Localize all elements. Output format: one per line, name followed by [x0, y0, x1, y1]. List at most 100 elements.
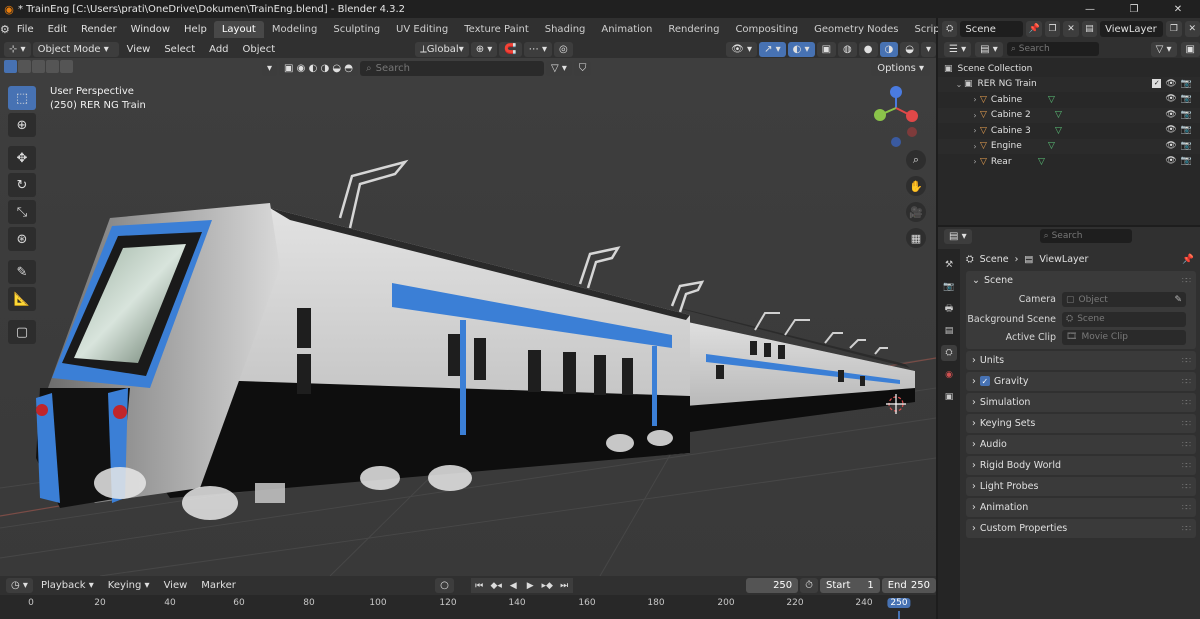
select-extend-icon[interactable]: [18, 60, 31, 73]
display-mode-dropdown[interactable]: ▤ ▾: [975, 41, 1003, 57]
drag-grip-icon[interactable]: ∷∷: [1182, 440, 1191, 449]
outliner-editor-type[interactable]: ☰ ▾: [944, 41, 972, 57]
perspective-grid-icon[interactable]: ▦: [906, 228, 926, 248]
viewlayer-field[interactable]: ViewLayer: [1100, 21, 1164, 37]
measure-tool-icon[interactable]: 📐: [8, 287, 36, 311]
timeline-menu-keying[interactable]: Keying ▾: [102, 580, 156, 591]
drag-grip-icon[interactable]: ∷∷: [1182, 356, 1191, 365]
filter-icon[interactable]: ▽ ▾: [546, 60, 572, 76]
view-layer-tab-icon[interactable]: ▤: [941, 323, 957, 339]
maximize-button[interactable]: ❐: [1112, 0, 1156, 18]
jump-end-icon[interactable]: ⏭: [555, 578, 573, 593]
tab-compositing[interactable]: Compositing: [727, 21, 806, 38]
preview-range-icon[interactable]: ⏱: [800, 578, 818, 593]
outliner-object-row[interactable]: › ▽ Cabine 3 ▽ 👁 📷: [938, 123, 1200, 139]
play-reverse-icon[interactable]: ◀: [504, 578, 522, 593]
outliner-search-input[interactable]: ⌕ Search: [1006, 42, 1099, 56]
pan-hand-icon[interactable]: ✋: [906, 176, 926, 196]
eye-icon[interactable]: 👁: [1165, 141, 1176, 151]
timeline-menu-marker[interactable]: Marker: [195, 580, 242, 591]
wireframe-shading[interactable]: ◍: [838, 41, 857, 57]
camera-icon[interactable]: 📷: [1181, 79, 1192, 89]
rendered-shading[interactable]: ◒: [900, 41, 919, 57]
outliner-object-row[interactable]: › ▽ Rear ▽ 👁 📷: [938, 154, 1200, 170]
current-frame-field[interactable]: 250: [745, 578, 799, 593]
pin-icon[interactable]: 📌: [1182, 254, 1200, 265]
eye-icon[interactable]: 👁: [1165, 79, 1176, 89]
outliner-object-row[interactable]: › ▽ Cabine ▽ 👁 📷: [938, 92, 1200, 108]
filter-dropdown[interactable]: ▾: [262, 60, 278, 76]
mesh-data-icon[interactable]: ▽: [1038, 157, 1045, 167]
move-tool-icon[interactable]: ✥: [8, 146, 36, 170]
camera-icon[interactable]: 📷: [1181, 125, 1192, 135]
auto-keying-icon[interactable]: ○: [435, 578, 454, 593]
editor-type-dropdown[interactable]: ⊹ ▾: [4, 41, 31, 57]
outliner-filter-icon[interactable]: ▽ ▾: [1150, 41, 1177, 57]
timeline-menu-playback[interactable]: Playback ▾: [35, 580, 100, 591]
scene-panel-header[interactable]: ⌄ Scene ∷∷: [966, 271, 1196, 290]
end-frame-field[interactable]: End 250: [881, 578, 936, 593]
tab-rendering[interactable]: Rendering: [660, 21, 727, 38]
drag-grip-icon[interactable]: ∷∷: [1182, 503, 1191, 512]
drag-grip-icon[interactable]: ∷∷: [1182, 276, 1191, 285]
cursor-tool-icon[interactable]: ⊕: [8, 113, 36, 137]
properties-editor-type[interactable]: ▤ ▾: [944, 228, 972, 244]
camera-icon[interactable]: 📷: [1181, 156, 1192, 166]
xray-toggle[interactable]: ▣: [816, 41, 837, 57]
drag-grip-icon[interactable]: ∷∷: [1182, 524, 1191, 533]
mesh-data-icon[interactable]: ▽: [1048, 95, 1055, 105]
gizmo-toggle[interactable]: ↗ ▾: [759, 41, 786, 57]
gravity-checkbox[interactable]: ✓: [979, 376, 990, 386]
menu-object[interactable]: Object: [237, 44, 282, 55]
pin-icon[interactable]: 📌: [1026, 21, 1042, 37]
material-shading[interactable]: ◑: [879, 41, 899, 57]
tab-animation[interactable]: Animation: [593, 21, 660, 38]
custom-properties-panel[interactable]: › Custom Properties ∷∷: [966, 518, 1196, 538]
annotate-tool-icon[interactable]: ✎: [8, 260, 36, 284]
playhead-frame-label[interactable]: 250: [887, 598, 911, 608]
units-panel[interactable]: › Units ∷∷: [966, 350, 1196, 370]
filter-toggles[interactable]: ▣ ◉ ◐ ◑ ◒ ◓: [279, 60, 359, 76]
tab-texture-paint[interactable]: Texture Paint: [456, 21, 537, 38]
tab-uv-editing[interactable]: UV Editing: [388, 21, 456, 38]
camera-field[interactable]: ▢ Object ✎: [1062, 292, 1186, 308]
chevron-right-icon[interactable]: ›: [970, 95, 980, 104]
simulation-panel[interactable]: › Simulation ∷∷: [966, 392, 1196, 412]
camera-icon[interactable]: 📷: [1181, 141, 1192, 151]
select-new-icon[interactable]: [4, 60, 17, 73]
mode-dropdown[interactable]: Object Mode ▾: [32, 41, 119, 57]
eye-icon[interactable]: 👁: [1165, 94, 1176, 104]
overlay-toggle[interactable]: ◐ ▾: [787, 41, 815, 57]
rotate-tool-icon[interactable]: ↻: [8, 173, 36, 197]
eye-icon[interactable]: 👁: [1165, 125, 1176, 135]
select-invert-icon[interactable]: [46, 60, 59, 73]
add-cube-tool-icon[interactable]: ▢: [8, 320, 36, 344]
shading-dropdown[interactable]: ▾: [920, 41, 936, 57]
collection-tab-icon[interactable]: ▣: [941, 389, 957, 405]
chevron-down-icon[interactable]: ⌄: [954, 80, 964, 89]
tab-geometry-nodes[interactable]: Geometry Nodes: [806, 21, 906, 38]
outliner-object-row[interactable]: › ▽ Cabine 2 ▽ 👁 📷: [938, 107, 1200, 123]
camera-view-icon[interactable]: 🎥: [906, 202, 926, 222]
close-button[interactable]: ✕: [1156, 0, 1200, 18]
active-clip-field[interactable]: 🎞 Movie Clip: [1062, 329, 1186, 345]
outliner-scene-collection[interactable]: ▣ Scene Collection: [938, 61, 1200, 77]
gravity-panel[interactable]: › ✓ Gravity ∷∷: [966, 371, 1196, 391]
3d-viewport[interactable]: ▾ ▣ ◉ ◐ ◑ ◒ ◓ ⌕ Search ▽ ▾ ⛉ Options ▾ Us…: [0, 58, 936, 576]
eyedropper-icon[interactable]: ✎: [1174, 295, 1186, 305]
tab-modeling[interactable]: Modeling: [264, 21, 326, 38]
scene-tab-icon[interactable]: ⛭: [941, 345, 957, 361]
transform-tool-icon[interactable]: ⊛: [8, 227, 36, 251]
timeline-menu-view[interactable]: View: [158, 580, 194, 591]
tab-sculpting[interactable]: Sculpting: [325, 21, 388, 38]
mesh-data-icon[interactable]: ▽: [1055, 126, 1062, 136]
drag-grip-icon[interactable]: ∷∷: [1182, 377, 1191, 386]
menu-help[interactable]: Help: [177, 24, 214, 35]
eye-icon[interactable]: 👁: [1165, 110, 1176, 120]
viewport-search-input[interactable]: ⌕ Search: [360, 60, 545, 76]
chevron-right-icon[interactable]: ›: [970, 111, 980, 120]
scene-field[interactable]: Scene: [960, 21, 1024, 37]
start-frame-field[interactable]: Start 1: [819, 578, 880, 593]
menu-render[interactable]: Render: [74, 24, 124, 35]
chevron-right-icon[interactable]: ›: [970, 157, 980, 166]
